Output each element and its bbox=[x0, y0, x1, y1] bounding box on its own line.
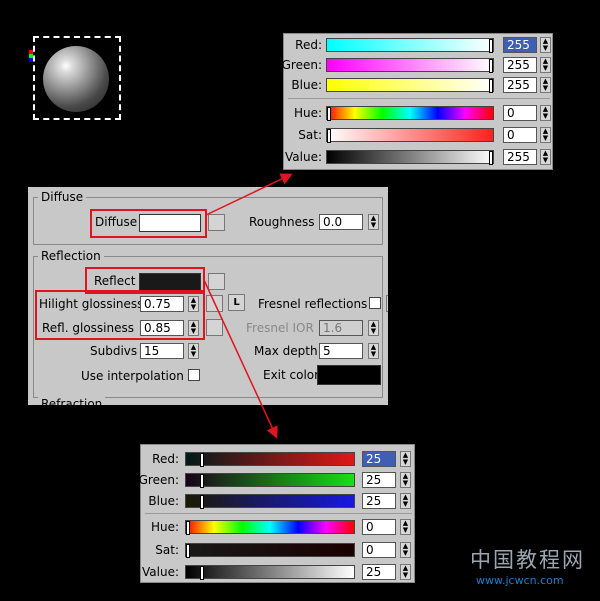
arrow-to-white-picker bbox=[205, 173, 293, 216]
annotation-arrows bbox=[203, 173, 293, 439]
arrow-to-dark-picker bbox=[203, 279, 278, 439]
watermark-url: www.jcwcn.com bbox=[476, 574, 564, 587]
watermark-title: 中国教程网 bbox=[470, 548, 585, 572]
